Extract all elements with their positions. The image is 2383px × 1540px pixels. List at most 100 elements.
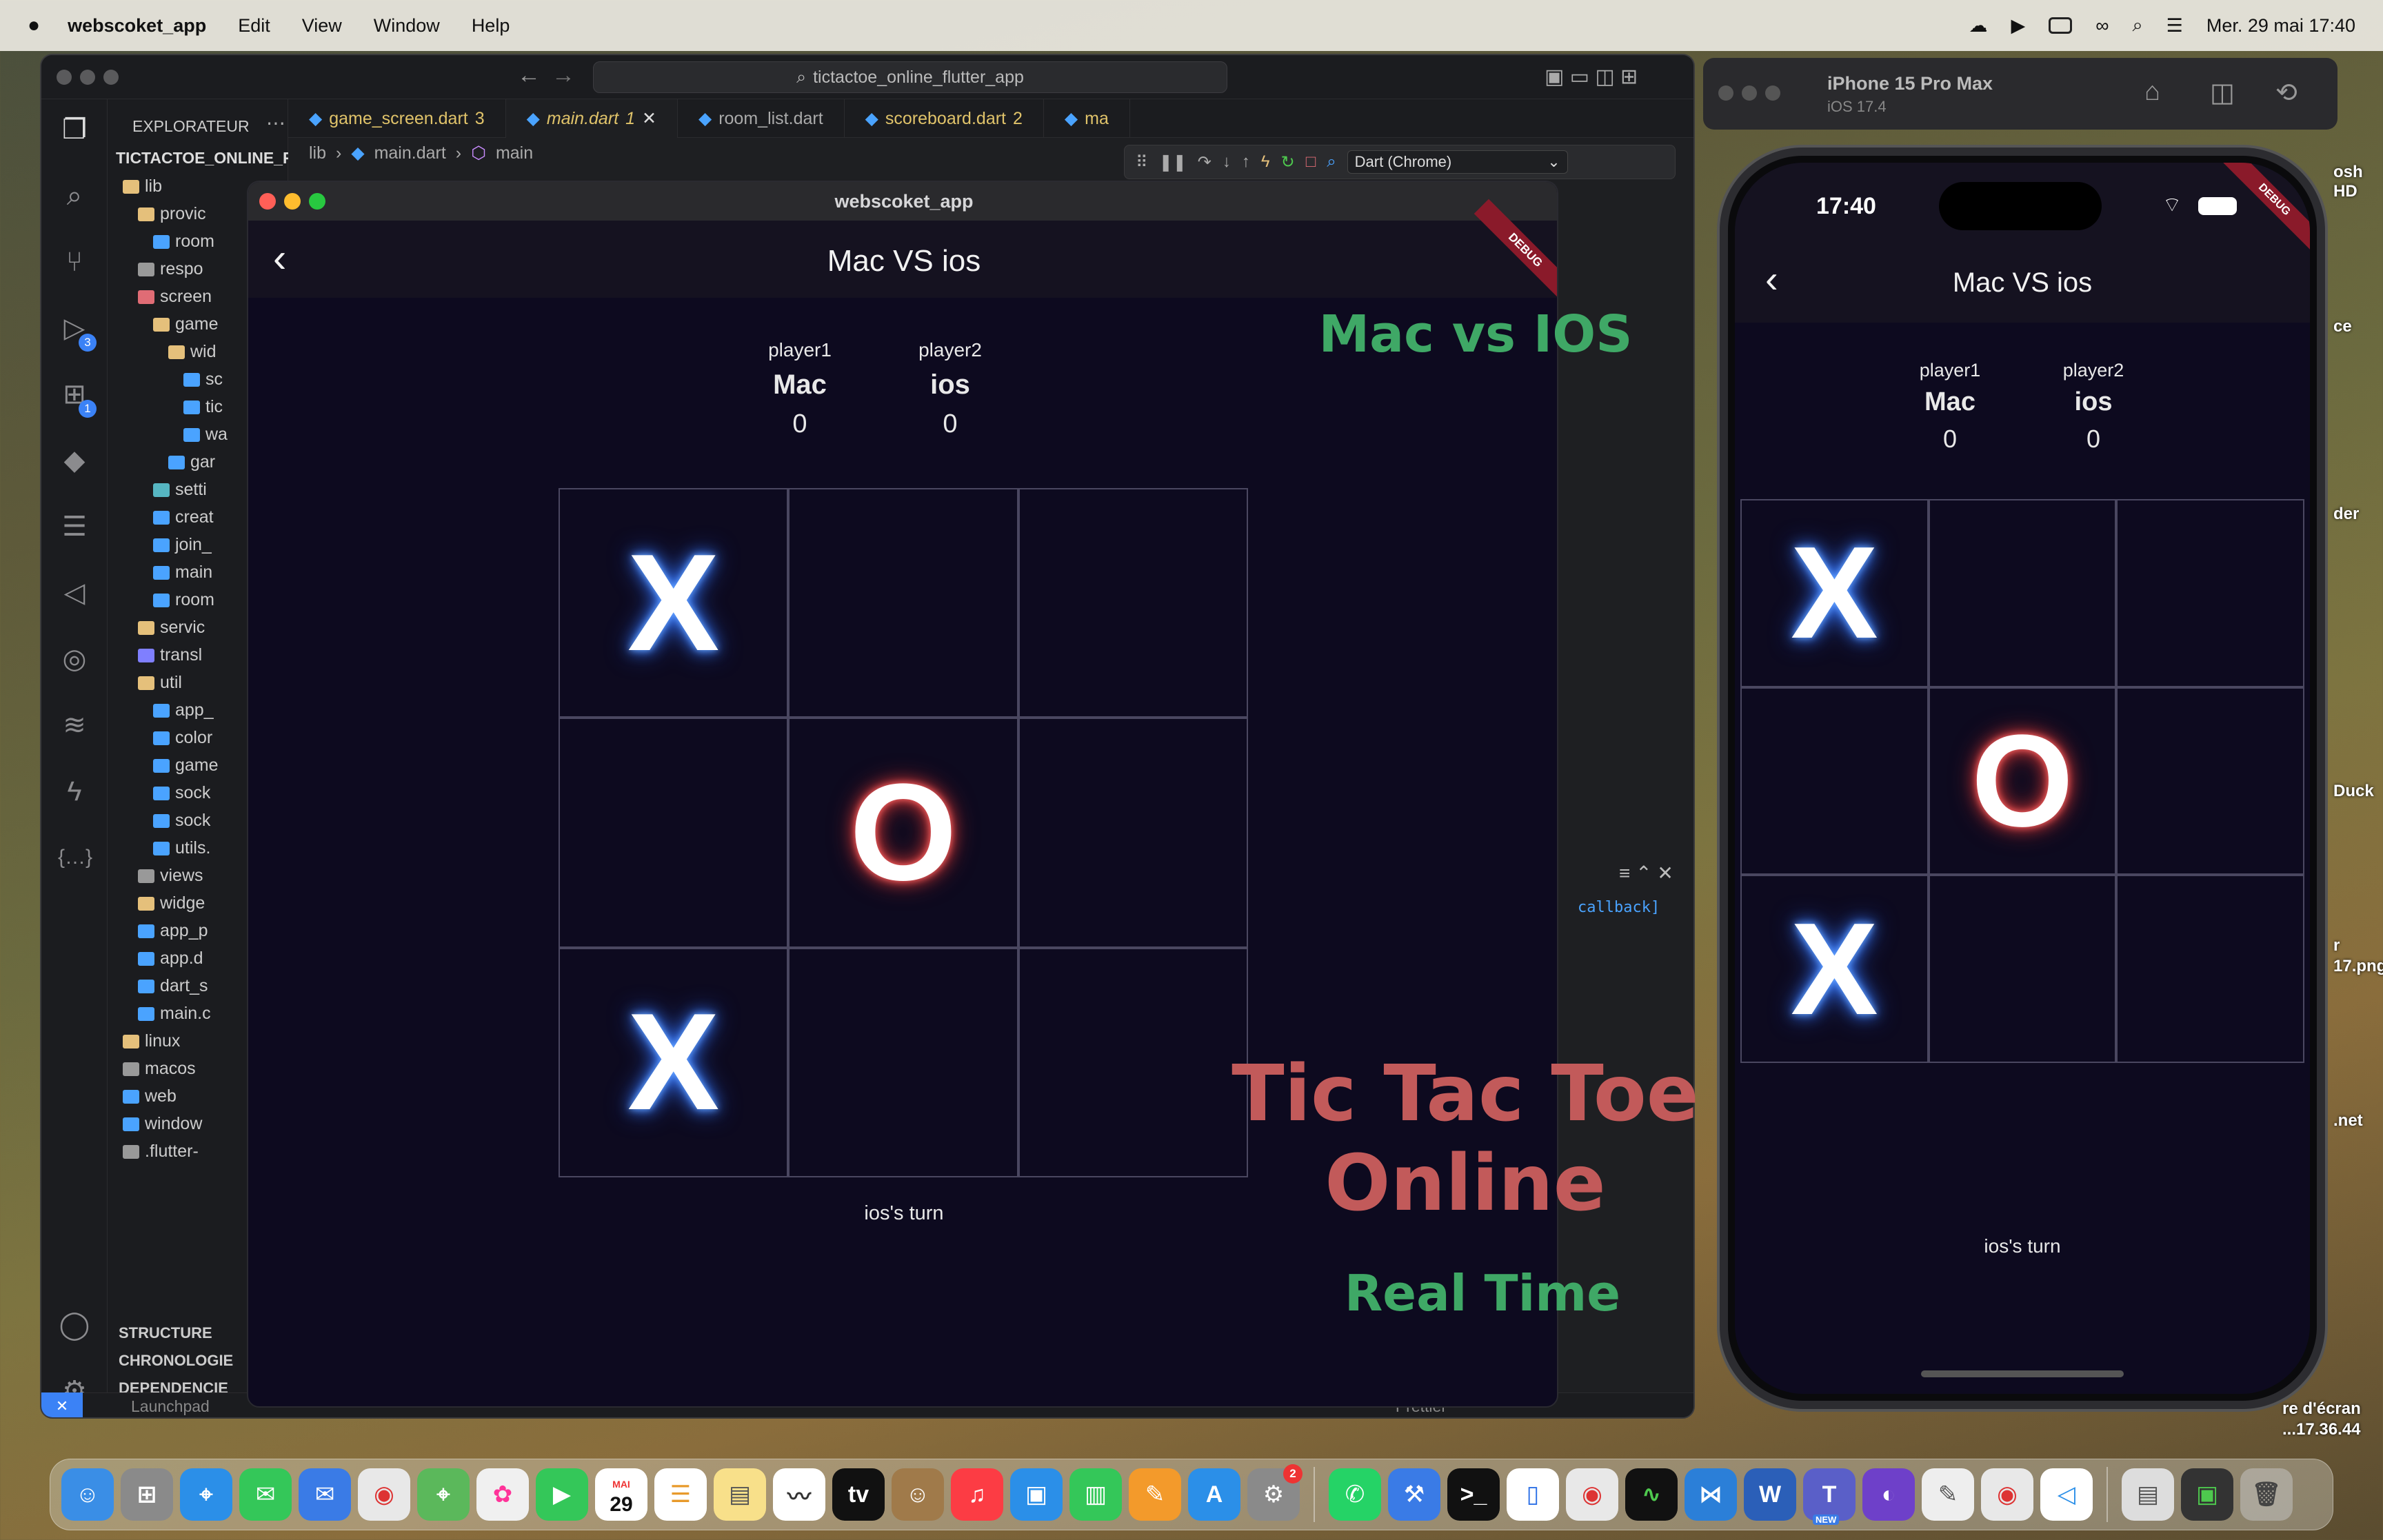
calendar-icon[interactable]: MAI 29 [595,1468,647,1521]
board-cell[interactable] [2116,499,2304,687]
step-out-icon[interactable]: ↑ [1242,152,1250,172]
messages-icon[interactable]: ✉ [239,1468,292,1521]
stop-icon[interactable]: □ [1306,152,1316,172]
breadcrumb-item[interactable]: main [496,143,533,163]
desktop-label[interactable]: Duck [2333,782,2374,801]
devtools-icon[interactable]: ⌕ [1327,152,1336,172]
board-cell[interactable] [2116,687,2304,875]
terminal-icon[interactable]: >_ [1447,1468,1500,1521]
numbers-icon[interactable]: ▥ [1069,1468,1122,1521]
forward-arrow-icon[interactable]: → [552,62,575,89]
project-name[interactable]: TICTACTOE_ONLINE_FLUTTER_APP [116,149,288,168]
zoom-window-button[interactable] [1765,85,1780,101]
safari-icon[interactable]: ⌖ [180,1468,232,1521]
search-icon[interactable]: ⌕ [58,179,91,212]
launchpad-icon[interactable]: ⊞ [121,1468,173,1521]
photos-icon[interactable]: ✿ [476,1468,529,1521]
json-icon[interactable]: {…} [58,841,92,874]
finder-icon[interactable]: ☺ [61,1468,114,1521]
close-window-button[interactable] [57,70,72,85]
menubar-clock[interactable]: Mer. 29 mai 17:40 [2206,15,2355,37]
breadcrumb-item[interactable]: main.dart [374,143,446,163]
system-settings-icon[interactable]: ⚙ 2 [1247,1464,1303,1521]
tab-ma[interactable]: ◆ ma [1044,99,1130,138]
close-window-button[interactable] [1718,85,1733,101]
trash-icon[interactable]: 🗑 [2240,1468,2293,1521]
chrome-icon[interactable]: ◉ [358,1468,410,1521]
desktop-label[interactable]: osh HD [2333,163,2383,201]
xcode-icon[interactable]: ⚒ [1388,1468,1440,1521]
board-cell[interactable] [1018,488,1248,718]
menu-help[interactable]: Help [472,15,510,37]
breadcrumb-item[interactable]: lib [309,143,326,163]
chrome-icon[interactable]: ◉ [1981,1468,2033,1521]
step-over-icon[interactable]: ↷ [1198,152,1211,172]
maps-icon[interactable]: ⌖ [417,1468,470,1521]
battery-icon[interactable] [2049,17,2073,34]
board-cell[interactable] [1740,687,1929,875]
outline-icon[interactable]: ☰ [58,510,91,543]
restart-icon[interactable]: ↻ [1281,152,1295,172]
search-icon[interactable]: ⌕ [2133,14,2143,37]
database-icon[interactable]: ◎ [58,642,91,676]
menu-app-name[interactable]: webscoket_app [68,15,206,37]
board-cell[interactable]: X [1740,875,1929,1063]
minimize-window-button[interactable] [80,70,95,85]
minimize-window-button[interactable] [1742,85,1757,101]
board-cell[interactable] [788,488,1018,718]
source-control-icon[interactable]: ⑂ [58,245,91,278]
board-cell[interactable] [1928,875,2117,1063]
tab-game-screen[interactable]: ◆ game_screen.dart 3 [288,99,506,138]
tab-main-dart[interactable]: ◆ main.dart 1 ✕ [505,99,678,138]
flutter-icon[interactable]: ◁ [2040,1468,2093,1521]
desktop-label[interactable]: ce [2333,317,2352,336]
home-icon[interactable]: ⌂ [2144,77,2160,107]
tab-room-list[interactable]: ◆ room_list.dart [678,99,845,138]
chrome-icon[interactable]: ◉ [1566,1468,1618,1521]
screenshots-stack-icon[interactable]: ▣ [2181,1468,2233,1521]
apple-tv-icon[interactable]: tv [832,1468,885,1521]
pause-icon[interactable]: ❚❚ [1159,152,1187,172]
simulator-icon[interactable]: ▯ [1507,1468,1559,1521]
board-cell[interactable]: X [559,488,789,718]
control-center-icon[interactable]: ☰ [2166,15,2183,37]
board-cell[interactable]: O [1928,687,2117,875]
home-indicator[interactable] [1921,1370,2124,1377]
layers-icon[interactable]: ≋ [58,709,91,742]
docker-icon[interactable]: ◆ [58,444,91,477]
board-cell[interactable]: O [788,718,1018,948]
zoom-window-button[interactable] [309,193,325,210]
weather-icon[interactable]: ☁ [1969,15,1988,37]
desktop-label[interactable]: ...17.36.44 [2282,1420,2360,1439]
board-cell[interactable]: X [1740,499,1929,687]
desktop-label[interactable]: r [2333,936,2340,955]
teams-icon[interactable]: T NEW [1803,1468,1856,1525]
desktop-label[interactable]: der [2333,505,2359,524]
panel-controls[interactable]: ≡ ⌃ ✕ [1619,862,1673,884]
desktop-label[interactable]: 17.png [2333,957,2383,976]
step-into-icon[interactable]: ↓ [1223,152,1231,172]
menu-edit[interactable]: Edit [238,15,270,37]
account-icon[interactable]: ◯ [58,1308,91,1341]
menu-window[interactable]: Window [374,15,440,37]
board-cell[interactable] [559,718,789,948]
debug-target-select[interactable]: Dart (Chrome) ⌄ [1347,150,1568,174]
launchpad-status[interactable]: Launchpad [131,1397,210,1416]
vscode-icon[interactable]: ⋈ [1685,1468,1737,1521]
keynote-icon[interactable]: ▣ [1010,1468,1063,1521]
facetime-icon[interactable]: ▶ [536,1468,588,1521]
screenshot-icon[interactable]: ◫ [2210,77,2235,108]
apple-icon[interactable]: ● [28,14,40,37]
board-cell[interactable] [1018,718,1248,948]
desktop-label[interactable]: .net [2333,1111,2363,1131]
activity-monitor-icon[interactable]: ∿ [1625,1468,1678,1521]
minimize-window-button[interactable] [284,193,301,210]
desktop-label[interactable]: re d'écran [2282,1399,2361,1419]
play-icon[interactable]: ▶ [2011,15,2026,37]
notes-icon[interactable]: ▤ [714,1468,766,1521]
explorer-icon[interactable]: ❐ [58,113,91,146]
board-cell[interactable] [2116,875,2304,1063]
hot-reload-icon[interactable]: ϟ [1261,152,1270,172]
mail-icon[interactable]: ✉ [299,1468,351,1521]
board-cell[interactable] [788,947,1018,1177]
